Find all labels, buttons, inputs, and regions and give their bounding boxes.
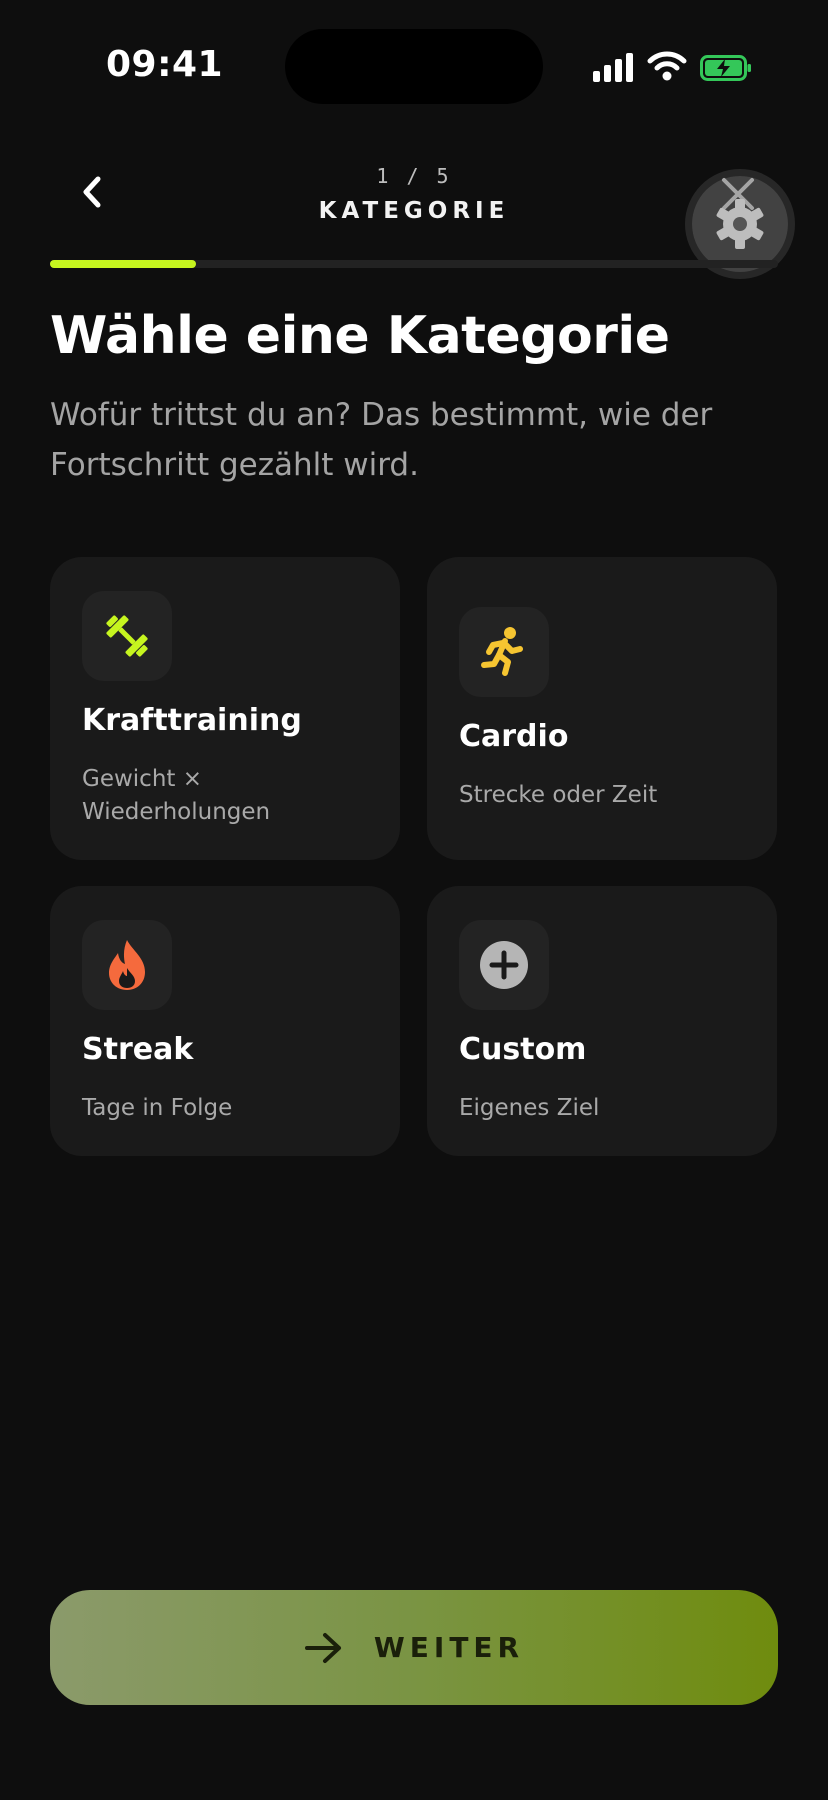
- category-card-cardio[interactable]: Cardio Strecke oder Zeit: [427, 557, 777, 860]
- plus-circle-icon: [480, 941, 528, 989]
- category-icon-box: [82, 591, 172, 681]
- step-counter: 1 / 5: [376, 164, 452, 188]
- category-title: Cardio: [459, 719, 569, 754]
- category-title: Krafttraining: [82, 703, 302, 738]
- category-icon-box: [459, 607, 549, 697]
- dumbbell-icon: [106, 615, 148, 657]
- category-title: Streak: [82, 1032, 194, 1067]
- category-description: Tage in Folge: [82, 1095, 233, 1121]
- continue-label: WEITER: [373, 1631, 525, 1664]
- arrow-right-icon: [304, 1632, 341, 1663]
- cellular-signal-icon: [593, 52, 633, 82]
- page-title: Wähle eine Kategorie: [50, 306, 670, 366]
- category-description: Eigenes Ziel: [459, 1095, 600, 1121]
- dynamic-island: [285, 29, 543, 104]
- category-description: Strecke oder Zeit: [459, 782, 658, 808]
- category-title: Custom: [459, 1032, 587, 1067]
- wifi-icon: [647, 51, 687, 81]
- category-icon-box: [82, 920, 172, 1010]
- category-card-streak[interactable]: Streak Tage in Folge: [50, 886, 400, 1156]
- category-card-krafttraining[interactable]: Krafttraining Gewicht × Wiederholungen: [50, 557, 400, 860]
- runner-icon: [481, 627, 523, 676]
- continue-button[interactable]: WEITER: [50, 1590, 778, 1705]
- progress-bar: [50, 260, 778, 268]
- progress-fill: [50, 260, 196, 268]
- status-bar: 09:41: [0, 0, 828, 120]
- category-icon-box: [459, 920, 549, 1010]
- category-card-custom[interactable]: Custom Eigenes Ziel: [427, 886, 777, 1156]
- status-time: 09:41: [106, 44, 224, 85]
- category-description: Gewicht × Wiederholungen: [82, 766, 271, 825]
- page-subtitle: Wofür trittst du an? Das bestimmt, wie d…: [50, 397, 713, 483]
- settings-button[interactable]: [692, 176, 788, 272]
- gear-icon: [716, 199, 764, 249]
- flame-icon: [109, 940, 145, 990]
- battery-charging-icon: [700, 55, 751, 81]
